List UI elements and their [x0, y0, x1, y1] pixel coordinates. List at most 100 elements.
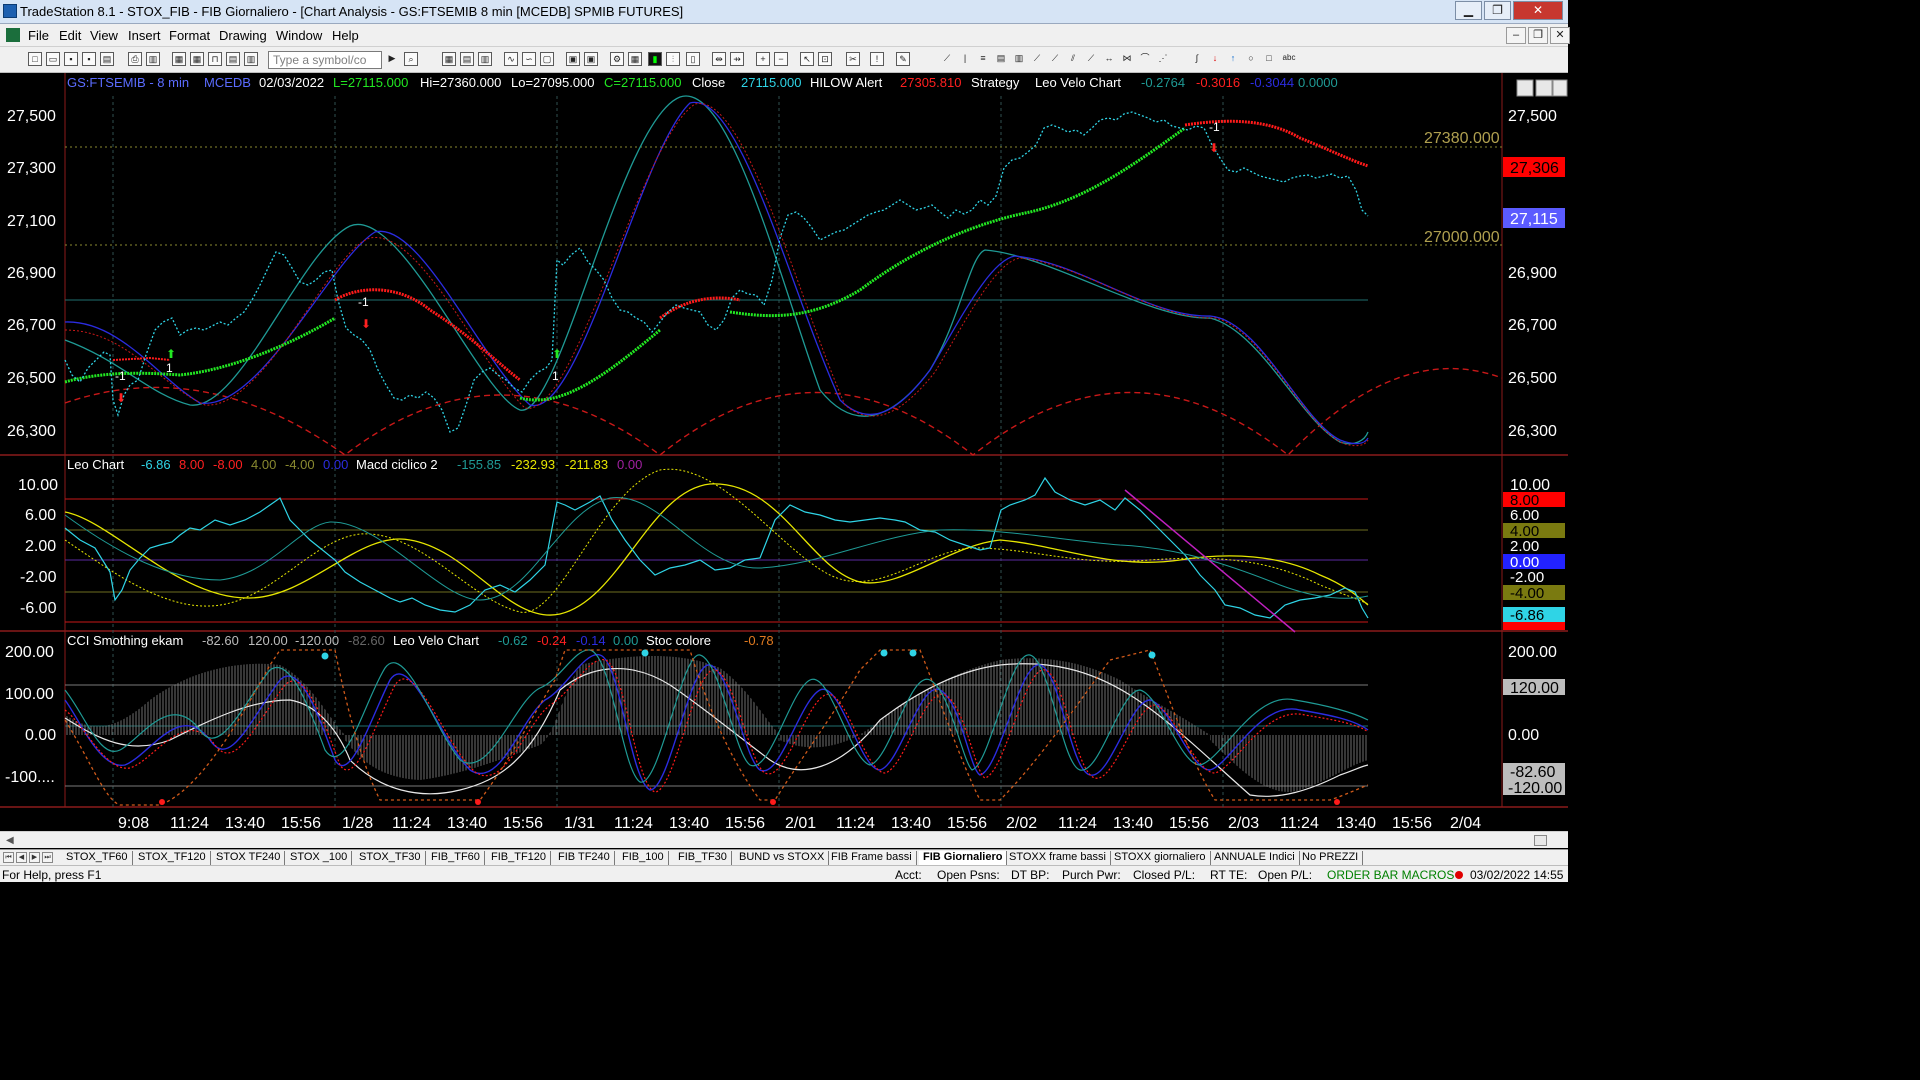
regression-icon[interactable]: ⟋ — [1084, 52, 1098, 66]
scroll-left-icon[interactable]: ◀ — [6, 835, 14, 846]
menu-drawing[interactable]: Drawing — [219, 28, 267, 43]
tab-fib-tf240[interactable]: FIB TF240 — [554, 851, 615, 865]
indicator-icon[interactable]: ∽ — [522, 52, 536, 66]
save-all-icon[interactable]: ▪ — [82, 52, 96, 66]
workspace-icon[interactable]: ▤ — [100, 52, 114, 66]
tab-stox-tf60[interactable]: STOX_TF60 — [62, 851, 133, 865]
up-arrow-icon[interactable]: ↑ — [1226, 52, 1240, 66]
text-icon[interactable]: abc — [1282, 52, 1296, 66]
tab-annuale-indici[interactable]: ANNUALE Indici — [1210, 851, 1300, 865]
tab-stoxx-giornaliero[interactable]: STOXX giornaliero — [1110, 851, 1211, 865]
fib-icon[interactable]: ▥ — [1012, 52, 1026, 66]
zoom-out-icon[interactable]: − — [774, 52, 788, 66]
rectangle-icon[interactable]: □ — [1262, 52, 1276, 66]
andrews-icon[interactable]: ⫽ — [1066, 52, 1080, 66]
tools-icon[interactable]: ✂ — [846, 52, 860, 66]
alert-icon[interactable]: ! — [870, 52, 884, 66]
chart-area[interactable]: GS:FTSEMIB - 8 min MCEDB 02/03/2022 L=27… — [0, 73, 1568, 831]
mdi-close-button[interactable]: ✕ — [1550, 27, 1570, 44]
freehand-icon[interactable]: ∫ — [1190, 52, 1204, 66]
save-icon[interactable]: ▪ — [64, 52, 78, 66]
data-icon[interactable]: ▮ — [648, 52, 662, 66]
down-arrow-icon[interactable]: ↓ — [1208, 52, 1222, 66]
expand-icon[interactable]: ⇹ — [712, 52, 726, 66]
minimize-button[interactable]: ▁ — [1455, 1, 1482, 20]
tab-fib-tf60[interactable]: FIB_TF60 — [427, 851, 485, 865]
ellipse-icon[interactable]: ○ — [1244, 52, 1258, 66]
pane-minimize-button[interactable] — [1516, 79, 1534, 97]
mdi-restore-button[interactable]: ❐ — [1528, 27, 1548, 44]
scroll-thumb[interactable] — [1534, 835, 1547, 846]
note-icon[interactable]: ✎ — [896, 52, 910, 66]
grid-icon[interactable]: ▦ — [190, 52, 204, 66]
strategy-icon[interactable]: ∿ — [504, 52, 518, 66]
tab-last-icon[interactable]: ⏭ — [42, 852, 53, 863]
tab-next-icon[interactable]: ▶ — [29, 852, 40, 863]
window-icon[interactable]: ▣ — [584, 52, 598, 66]
fan-icon[interactable]: ⋰ — [1156, 52, 1170, 66]
mdi-minimize-button[interactable]: – — [1506, 27, 1526, 44]
channel-icon[interactable]: ▤ — [994, 52, 1008, 66]
trendline-icon[interactable]: ⟋ — [940, 52, 954, 66]
matrix-icon[interactable]: ▥ — [478, 52, 492, 66]
horizontal-line-icon[interactable]: ≡ — [976, 52, 990, 66]
format-icon[interactable]: ▢ — [540, 52, 554, 66]
arc-icon[interactable]: ⌒ — [1138, 52, 1152, 66]
radarscreen-icon[interactable]: ▤ — [460, 52, 474, 66]
tab-stox-tf120[interactable]: STOX_TF120 — [134, 851, 211, 865]
close-button[interactable]: ✕ — [1513, 1, 1563, 20]
tab-bund-vs-stoxx[interactable]: BUND vs STOXX — [735, 851, 830, 865]
tab-first-icon[interactable]: ⏮ — [3, 852, 14, 863]
zoom-in-icon[interactable]: + — [756, 52, 770, 66]
tab-fib-100[interactable]: FIB_100 — [618, 851, 669, 865]
maximize-button[interactable]: ❐ — [1484, 1, 1511, 20]
lock-icon[interactable]: ⊓ — [208, 52, 222, 66]
candle-icon[interactable]: ▯ — [686, 52, 700, 66]
tab-fib-frame-bassi[interactable]: FIB Frame bassi — [827, 851, 917, 865]
open-icon[interactable]: ▭ — [46, 52, 60, 66]
print-preview-icon[interactable]: ▥ — [146, 52, 160, 66]
tab-stox-100[interactable]: STOX _100 — [286, 851, 353, 865]
menu-view[interactable]: View — [90, 28, 118, 43]
macro-icon[interactable]: ⚙ — [610, 52, 624, 66]
menu-format[interactable]: Format — [169, 28, 210, 43]
bar-icon[interactable]: ▣ — [566, 52, 580, 66]
go-arrow-icon[interactable]: ▶ — [385, 52, 399, 66]
cycle-icon[interactable]: ⋈ — [1120, 52, 1134, 66]
menu-window[interactable]: Window — [276, 28, 322, 43]
menu-file[interactable]: File — [28, 28, 49, 43]
symbol-lookup-icon[interactable]: ⌕ — [404, 52, 418, 66]
layout-icon[interactable]: ▦ — [172, 52, 186, 66]
new-icon[interactable]: □ — [28, 52, 42, 66]
pane-close-button[interactable] — [1552, 79, 1568, 97]
tab-stox-tf240[interactable]: STOX TF240 — [212, 851, 286, 865]
tab-no-prezzi[interactable]: No PREZZI — [1298, 851, 1364, 865]
compress-icon[interactable]: ⇸ — [730, 52, 744, 66]
vertical-line-icon[interactable]: | — [958, 52, 972, 66]
menu-insert[interactable]: Insert — [128, 28, 161, 43]
tab-stoxx-frame-bassi[interactable]: STOXX frame bassi — [1005, 851, 1111, 865]
distance-icon[interactable]: ↔ — [1102, 52, 1116, 66]
menu-edit[interactable]: Edit — [59, 28, 81, 43]
print-icon[interactable]: ⎙ — [128, 52, 142, 66]
menu-help[interactable]: Help — [332, 28, 359, 43]
chart-analysis-icon[interactable]: ▦ — [442, 52, 456, 66]
chart-icon[interactable]: ▤ — [226, 52, 240, 66]
select-icon[interactable]: ⊡ — [818, 52, 832, 66]
tab-stox-tf30[interactable]: STOX_TF30 — [355, 851, 426, 865]
tab-fib-giornaliero[interactable]: FIB Giornaliero — [919, 851, 1008, 865]
tab-prev-icon[interactable]: ◀ — [16, 852, 27, 863]
bars-icon[interactable]: ⫶ — [666, 52, 680, 66]
tab-fib-tf120[interactable]: FIB_TF120 — [487, 851, 552, 865]
document-icon[interactable] — [6, 28, 20, 42]
symbol-input[interactable]: Type a symbol/co — [268, 51, 382, 69]
order-bar-macros-label[interactable]: ORDER BAR MACROS — [1327, 868, 1454, 882]
horizontal-scrollbar[interactable]: ◀ — [0, 831, 1568, 848]
tab-fib-tf30[interactable]: FIB_TF30 — [674, 851, 732, 865]
table-icon[interactable]: ▥ — [244, 52, 258, 66]
speed-lines-icon[interactable]: ⟋ — [1048, 52, 1062, 66]
gann-icon[interactable]: ⟋ — [1030, 52, 1044, 66]
portfolio-icon[interactable]: ▦ — [628, 52, 642, 66]
pointer-icon[interactable]: ↖ — [800, 52, 814, 66]
pane-restore-button[interactable] — [1535, 79, 1553, 97]
